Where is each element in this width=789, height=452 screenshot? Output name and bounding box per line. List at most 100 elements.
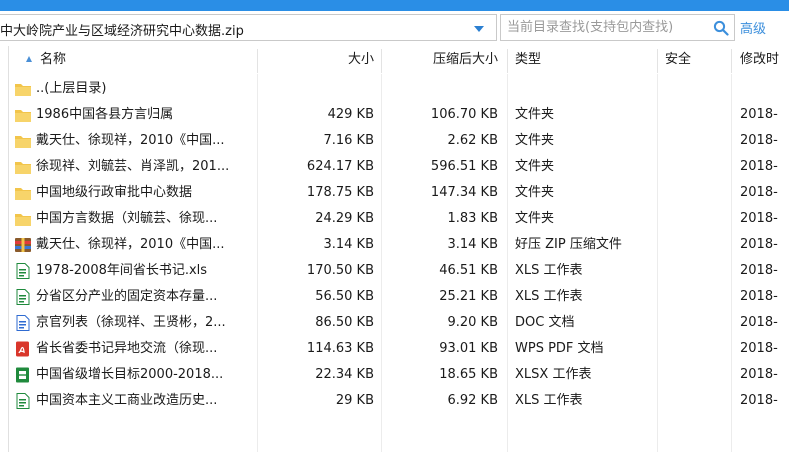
- file-compressed-size: 2.62 KB: [447, 133, 498, 148]
- file-row[interactable]: 分省区分产业的固定资本存量... 56.50 KB 25.21 KB XLS 工作表 2…: [0, 284, 789, 310]
- file-compressed-size: 46.51 KB: [439, 263, 498, 278]
- file-row[interactable]: 1978-2008年间省长书记.xls 170.50 KB 46.51 KB XLS …: [0, 258, 789, 284]
- column-divider[interactable]: [731, 49, 732, 73]
- file-row[interactable]: 中国方言数据（刘毓芸、徐现... 24.29 KB 1.83 KB 文件夹 2018-: [0, 206, 789, 232]
- file-size: 86.50 KB: [315, 315, 374, 330]
- file-type: 文件夹: [515, 107, 555, 122]
- file-compressed-size: 6.92 KB: [447, 393, 498, 408]
- file-size: 3.14 KB: [323, 237, 374, 252]
- file-type: WPS PDF 文档: [515, 341, 604, 356]
- file-compressed-size: 1.83 KB: [447, 211, 498, 226]
- file-size: 429 KB: [327, 107, 374, 122]
- folder-icon: [14, 81, 32, 97]
- sort-ascending-icon[interactable]: [26, 56, 32, 62]
- folder-icon: [14, 211, 32, 227]
- file-modified: 2018-: [740, 211, 778, 226]
- file-row[interactable]: 中国资本主义工商业改造历史... 29 KB 6.92 KB XLS 工作表 2018-: [0, 388, 789, 414]
- column-header-modified[interactable]: 修改时: [740, 46, 779, 74]
- file-modified: 2018-: [740, 263, 778, 278]
- file-size: 170.50 KB: [306, 263, 374, 278]
- search-icon[interactable]: [713, 20, 729, 36]
- file-row[interactable]: 省长省委书记异地交流（徐现... 114.63 KB 93.01 KB WPS PDF…: [0, 336, 789, 362]
- address-bar[interactable]: 中大岭院产业与区域经济研究中心数据.zip: [0, 14, 497, 41]
- address-path: 中大岭院产业与区域经济研究中心数据.zip: [0, 24, 244, 39]
- xls-file-icon: [14, 289, 32, 305]
- file-modified: 2018-: [740, 159, 778, 174]
- pdf-file-icon: [14, 341, 32, 357]
- folder-icon: [14, 185, 32, 201]
- file-modified: 2018-: [740, 133, 778, 148]
- file-compressed-size: 93.01 KB: [439, 341, 498, 356]
- file-modified: 2018-: [740, 107, 778, 122]
- search-box[interactable]: [500, 14, 735, 41]
- file-row[interactable]: ..(上层目录): [0, 76, 789, 102]
- file-name: 中国方言数据（刘毓芸、徐现...: [36, 211, 218, 226]
- file-size: 114.63 KB: [306, 341, 374, 356]
- xlsx-file-icon: [14, 367, 32, 383]
- file-type: 文件夹: [515, 185, 555, 200]
- file-name: 中国地级行政审批中心数据: [36, 185, 193, 200]
- file-compressed-size: 18.65 KB: [439, 367, 498, 382]
- file-name: 京官列表（徐现祥、王贤彬，2...: [36, 315, 226, 330]
- file-modified: 2018-: [740, 289, 778, 304]
- file-type: 文件夹: [515, 211, 555, 226]
- file-compressed-size: [378, 76, 498, 102]
- file-row[interactable]: 戴天仕、徐现祥，2010《中国... 3.14 KB 3.14 KB 好压 ZIP 压…: [0, 232, 789, 258]
- file-row[interactable]: 徐现祥、刘毓芸、肖泽凯，201... 624.17 KB 596.51 KB 文件夹 2…: [0, 154, 789, 180]
- file-size: 29 KB: [335, 393, 374, 408]
- file-type: 文件夹: [515, 159, 555, 174]
- file-compressed-size: 3.14 KB: [447, 237, 498, 252]
- column-header-row: 名称 大小 压缩后大小 类型 安全 修改时: [0, 46, 789, 74]
- folder-icon: [14, 107, 32, 123]
- file-name: 戴天仕、徐现祥，2010《中国...: [36, 133, 225, 148]
- file-modified: [740, 76, 789, 102]
- file-size: 178.75 KB: [306, 185, 374, 200]
- advanced-search-link[interactable]: 高级: [740, 18, 766, 37]
- file-name: 1978-2008年间省长书记.xls: [36, 263, 208, 278]
- column-header-name[interactable]: 名称: [40, 46, 66, 74]
- file-row[interactable]: 戴天仕、徐现祥，2010《中国... 7.16 KB 2.62 KB 文件夹 2018-: [0, 128, 789, 154]
- file-size: [258, 76, 374, 102]
- file-type: DOC 文档: [515, 315, 575, 330]
- folder-icon: [14, 133, 32, 149]
- file-row[interactable]: 1986中国各县方言归属 429 KB 106.70 KB 文件夹 2018-: [0, 102, 789, 128]
- doc-file-icon: [14, 315, 32, 331]
- title-bar-strip: [0, 0, 789, 11]
- file-row[interactable]: 中国地级行政审批中心数据 178.75 KB 147.34 KB 文件夹 2018-: [0, 180, 789, 206]
- search-input[interactable]: [507, 18, 703, 37]
- file-name: 分省区分产业的固定资本存量...: [36, 289, 218, 304]
- file-size: 24.29 KB: [315, 211, 374, 226]
- file-compressed-size: 9.20 KB: [447, 315, 498, 330]
- column-divider[interactable]: [507, 49, 508, 73]
- column-header-size[interactable]: 大小: [258, 46, 374, 74]
- file-type: XLSX 工作表: [515, 367, 592, 382]
- file-size: 7.16 KB: [323, 133, 374, 148]
- file-type: XLS 工作表: [515, 263, 583, 278]
- column-header-security[interactable]: 安全: [665, 46, 691, 74]
- file-type: 文件夹: [515, 133, 555, 148]
- file-modified: 2018-: [740, 341, 778, 356]
- file-name: 戴天仕、徐现祥，2010《中国...: [36, 237, 225, 252]
- xls-file-icon: [14, 393, 32, 409]
- file-compressed-size: 106.70 KB: [430, 107, 498, 122]
- file-compressed-size: 596.51 KB: [430, 159, 498, 174]
- file-type: [515, 76, 655, 102]
- file-name: ..(上层目录): [36, 81, 107, 96]
- file-row[interactable]: 京官列表（徐现祥、王贤彬，2... 86.50 KB 9.20 KB DOC 文档 20…: [0, 310, 789, 336]
- file-modified: 2018-: [740, 185, 778, 200]
- file-size: 624.17 KB: [306, 159, 374, 174]
- file-modified: 2018-: [740, 315, 778, 330]
- column-header-type[interactable]: 类型: [515, 46, 541, 74]
- column-divider[interactable]: [657, 49, 658, 73]
- folder-icon: [14, 159, 32, 175]
- file-modified: 2018-: [740, 393, 778, 408]
- file-row[interactable]: 中国省级增长目标2000-2018... 22.34 KB 18.65 KB XLSX…: [0, 362, 789, 388]
- file-type: XLS 工作表: [515, 393, 583, 408]
- file-type: XLS 工作表: [515, 289, 583, 304]
- address-dropdown-icon[interactable]: [474, 26, 484, 32]
- column-header-compressed[interactable]: 压缩后大小: [382, 46, 498, 74]
- file-modified: 2018-: [740, 367, 778, 382]
- file-name: 中国省级增长目标2000-2018...: [36, 367, 224, 382]
- zip-archive-icon: [14, 237, 32, 253]
- file-name: 徐现祥、刘毓芸、肖泽凯，201...: [36, 159, 230, 174]
